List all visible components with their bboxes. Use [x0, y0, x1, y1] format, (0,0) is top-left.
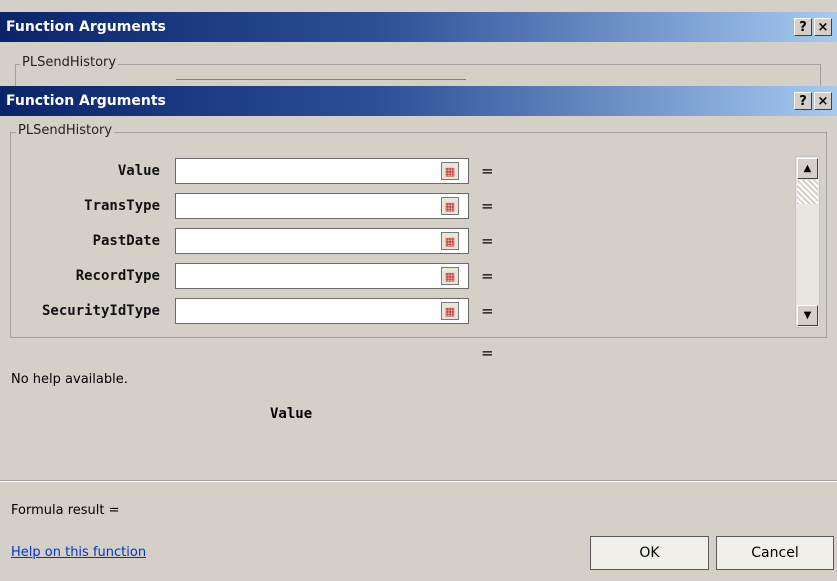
scroll-down-arrow-icon[interactable]: ▼ — [797, 305, 818, 326]
collapse-dialog-icon[interactable]: ▦ — [441, 197, 459, 215]
formula-result-label: Formula result = — [11, 503, 120, 518]
function-arguments-dialog: Function Arguments ? × PLSendHistory Val… — [0, 86, 837, 581]
argument-equals: = — [481, 162, 494, 180]
arguments-scrollbar[interactable]: ▲ ▼ — [795, 156, 820, 328]
divider — [0, 480, 837, 482]
collapse-dialog-icon[interactable]: ▦ — [441, 162, 459, 180]
argument-row-pastdate: PastDate ▦ = — [0, 228, 520, 256]
argument-label: PastDate — [92, 233, 160, 249]
value-input[interactable] — [175, 158, 469, 184]
argument-equals: = — [481, 232, 494, 250]
help-on-function-link[interactable]: Help on this function — [11, 545, 146, 560]
argument-equals: = — [481, 267, 494, 285]
function-result-equals: = — [481, 344, 494, 362]
argument-row-value: Value ▦ = — [0, 158, 520, 186]
collapse-dialog-icon[interactable]: ▦ — [441, 302, 459, 320]
scrollbar-thumb[interactable] — [797, 180, 818, 204]
argument-label: RecordType — [75, 268, 160, 284]
argument-equals: = — [481, 197, 494, 215]
argument-label: Value — [117, 163, 160, 179]
background-title: Function Arguments — [6, 19, 166, 35]
argument-label: TransType — [84, 198, 160, 214]
dialog-title: Function Arguments — [6, 93, 166, 109]
dialog-titlebar: Function Arguments ? × — [0, 86, 837, 116]
cancel-button[interactable]: Cancel — [716, 536, 834, 570]
background-close-button[interactable]: × — [814, 18, 832, 36]
argument-row-securityidtype: SecurityIdType ▦ = — [0, 298, 520, 326]
background-group-label: PLSendHistory — [20, 55, 119, 70]
collapse-dialog-icon[interactable]: ▦ — [441, 267, 459, 285]
background-dialog: Function Arguments ? × PLSendHistory — [0, 0, 837, 104]
securityidtype-input[interactable] — [175, 298, 469, 324]
pastdate-input[interactable] — [175, 228, 469, 254]
background-titlebar: Function Arguments ? × — [0, 12, 837, 42]
background-input-edge — [176, 79, 466, 80]
argument-label: SecurityIdType — [41, 303, 160, 319]
help-button[interactable]: ? — [794, 92, 812, 110]
argument-equals: = — [481, 302, 494, 320]
transtype-input[interactable] — [175, 193, 469, 219]
background-help-button[interactable]: ? — [794, 18, 812, 36]
scroll-up-arrow-icon[interactable]: ▲ — [797, 158, 818, 179]
close-button[interactable]: × — [814, 92, 832, 110]
argument-description-name: Value — [270, 406, 313, 422]
ok-button[interactable]: OK — [590, 536, 709, 570]
collapse-dialog-icon[interactable]: ▦ — [441, 232, 459, 250]
function-name-label: PLSendHistory — [16, 123, 115, 138]
argument-row-recordtype: RecordType ▦ = — [0, 263, 520, 291]
argument-row-transtype: TransType ▦ = — [0, 193, 520, 221]
function-description: No help available. — [11, 372, 128, 387]
recordtype-input[interactable] — [175, 263, 469, 289]
